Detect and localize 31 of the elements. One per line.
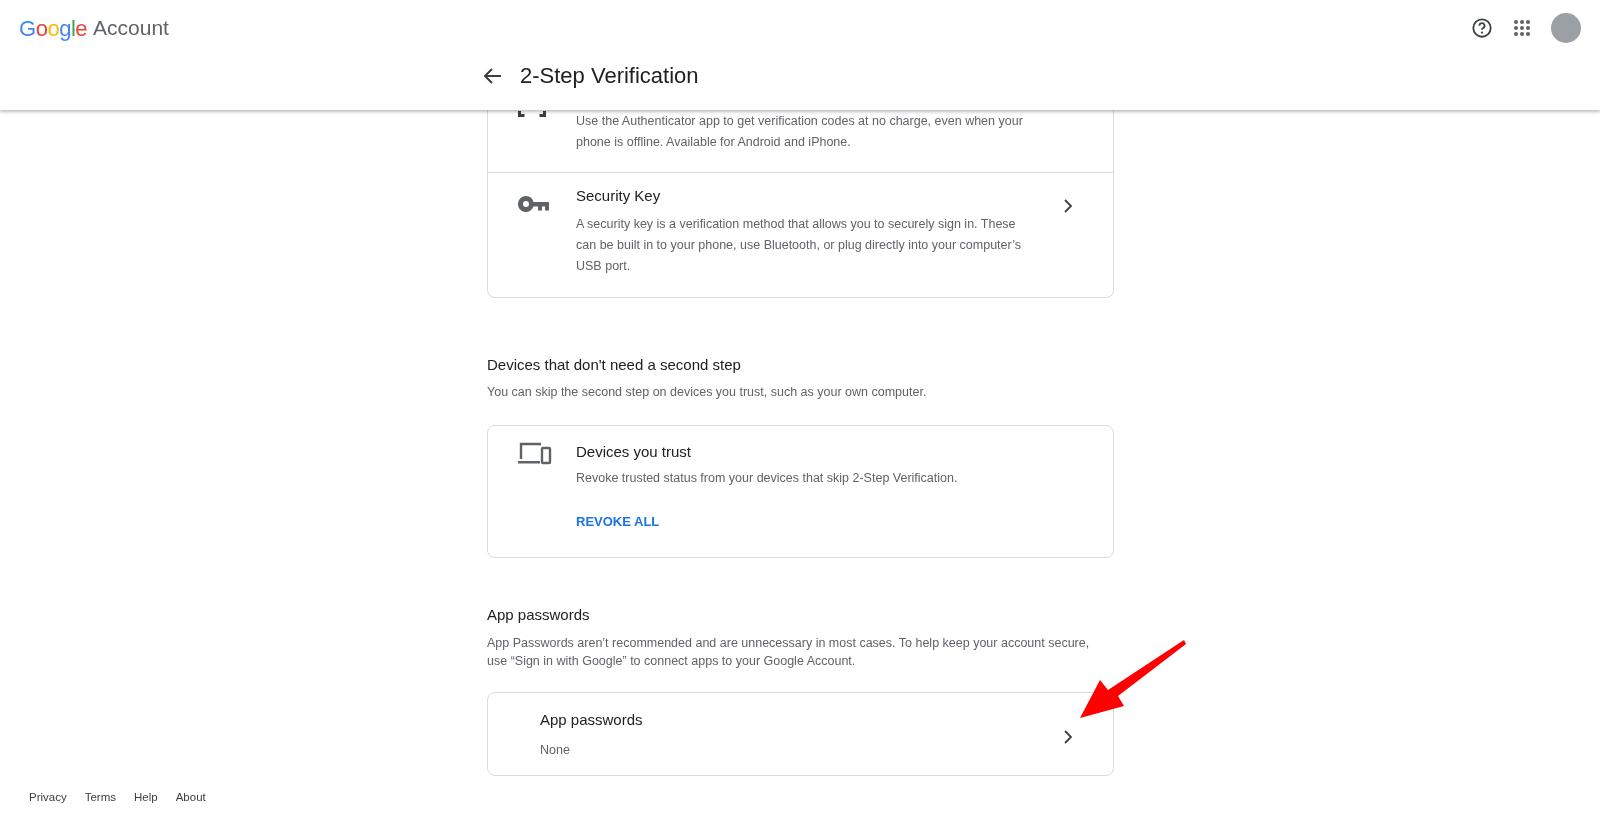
app-passwords-card[interactable]: App passwords None (487, 692, 1114, 777)
google-logo[interactable]: Google (19, 11, 87, 45)
method-row[interactable]: Use the Authenticator app to get verification codes at no charge, even when your phone is offline. Available for Android and iPhone. (488, 110, 1113, 172)
page-title: 2-Step Verification (520, 62, 699, 90)
footer-link[interactable]: Terms (84, 789, 116, 807)
key-icon (518, 195, 550, 213)
method-description: A security key is a verification method that allows you to securely sign in. These can be built in to your phone, use Bluetooth, or plug directly into your computer’s USB port. (576, 215, 1022, 275)
product-name: Account (93, 15, 169, 42)
method-row[interactable]: Security Key A security key is a verification method that allows you to securely sign in. These can be built in to your phone, use Bluetooth, or plug directly into your computer’s USB port. (488, 172, 1113, 297)
method-description: Use the Authenticator app to get verification codes at no charge, even when your phone is offline. Available for Android and iPhone. (576, 113, 1024, 151)
card-value: None (540, 741, 571, 759)
footer-link[interactable]: About (175, 789, 206, 807)
method-title: Security Key (576, 186, 662, 206)
section-heading: Devices that don't need a second step (487, 354, 742, 375)
avatar[interactable] (1551, 13, 1581, 43)
footer-link[interactable]: Privacy (29, 789, 67, 807)
chevron-right-icon (1063, 730, 1073, 745)
card-title: App passwords (540, 710, 644, 731)
section-text: App Passwords aren’t recommended and are unnecessary in most cases. To help keep your account secure, use “Sign in with Google” to connect apps to your Google Account. (487, 635, 1091, 671)
card-text: Revoke trusted status from your devices that skip 2-Step Verification. (576, 470, 958, 488)
qr-frame-icon (518, 111, 546, 117)
section-heading: App passwords (487, 604, 591, 625)
back-arrow-icon[interactable] (484, 67, 502, 84)
chevron-right-icon (1063, 199, 1073, 213)
footer-link[interactable]: Help (134, 789, 158, 807)
card-title: Devices you trust (576, 441, 693, 462)
revoke-all-link[interactable]: REVOKE ALL (576, 512, 660, 532)
apps-grid-icon[interactable] (1513, 19, 1531, 37)
help-icon[interactable] (1471, 17, 1493, 39)
devices-icon (518, 440, 552, 465)
section-text: You can skip the second step on devices you trust, such as your own computer. (487, 384, 928, 401)
